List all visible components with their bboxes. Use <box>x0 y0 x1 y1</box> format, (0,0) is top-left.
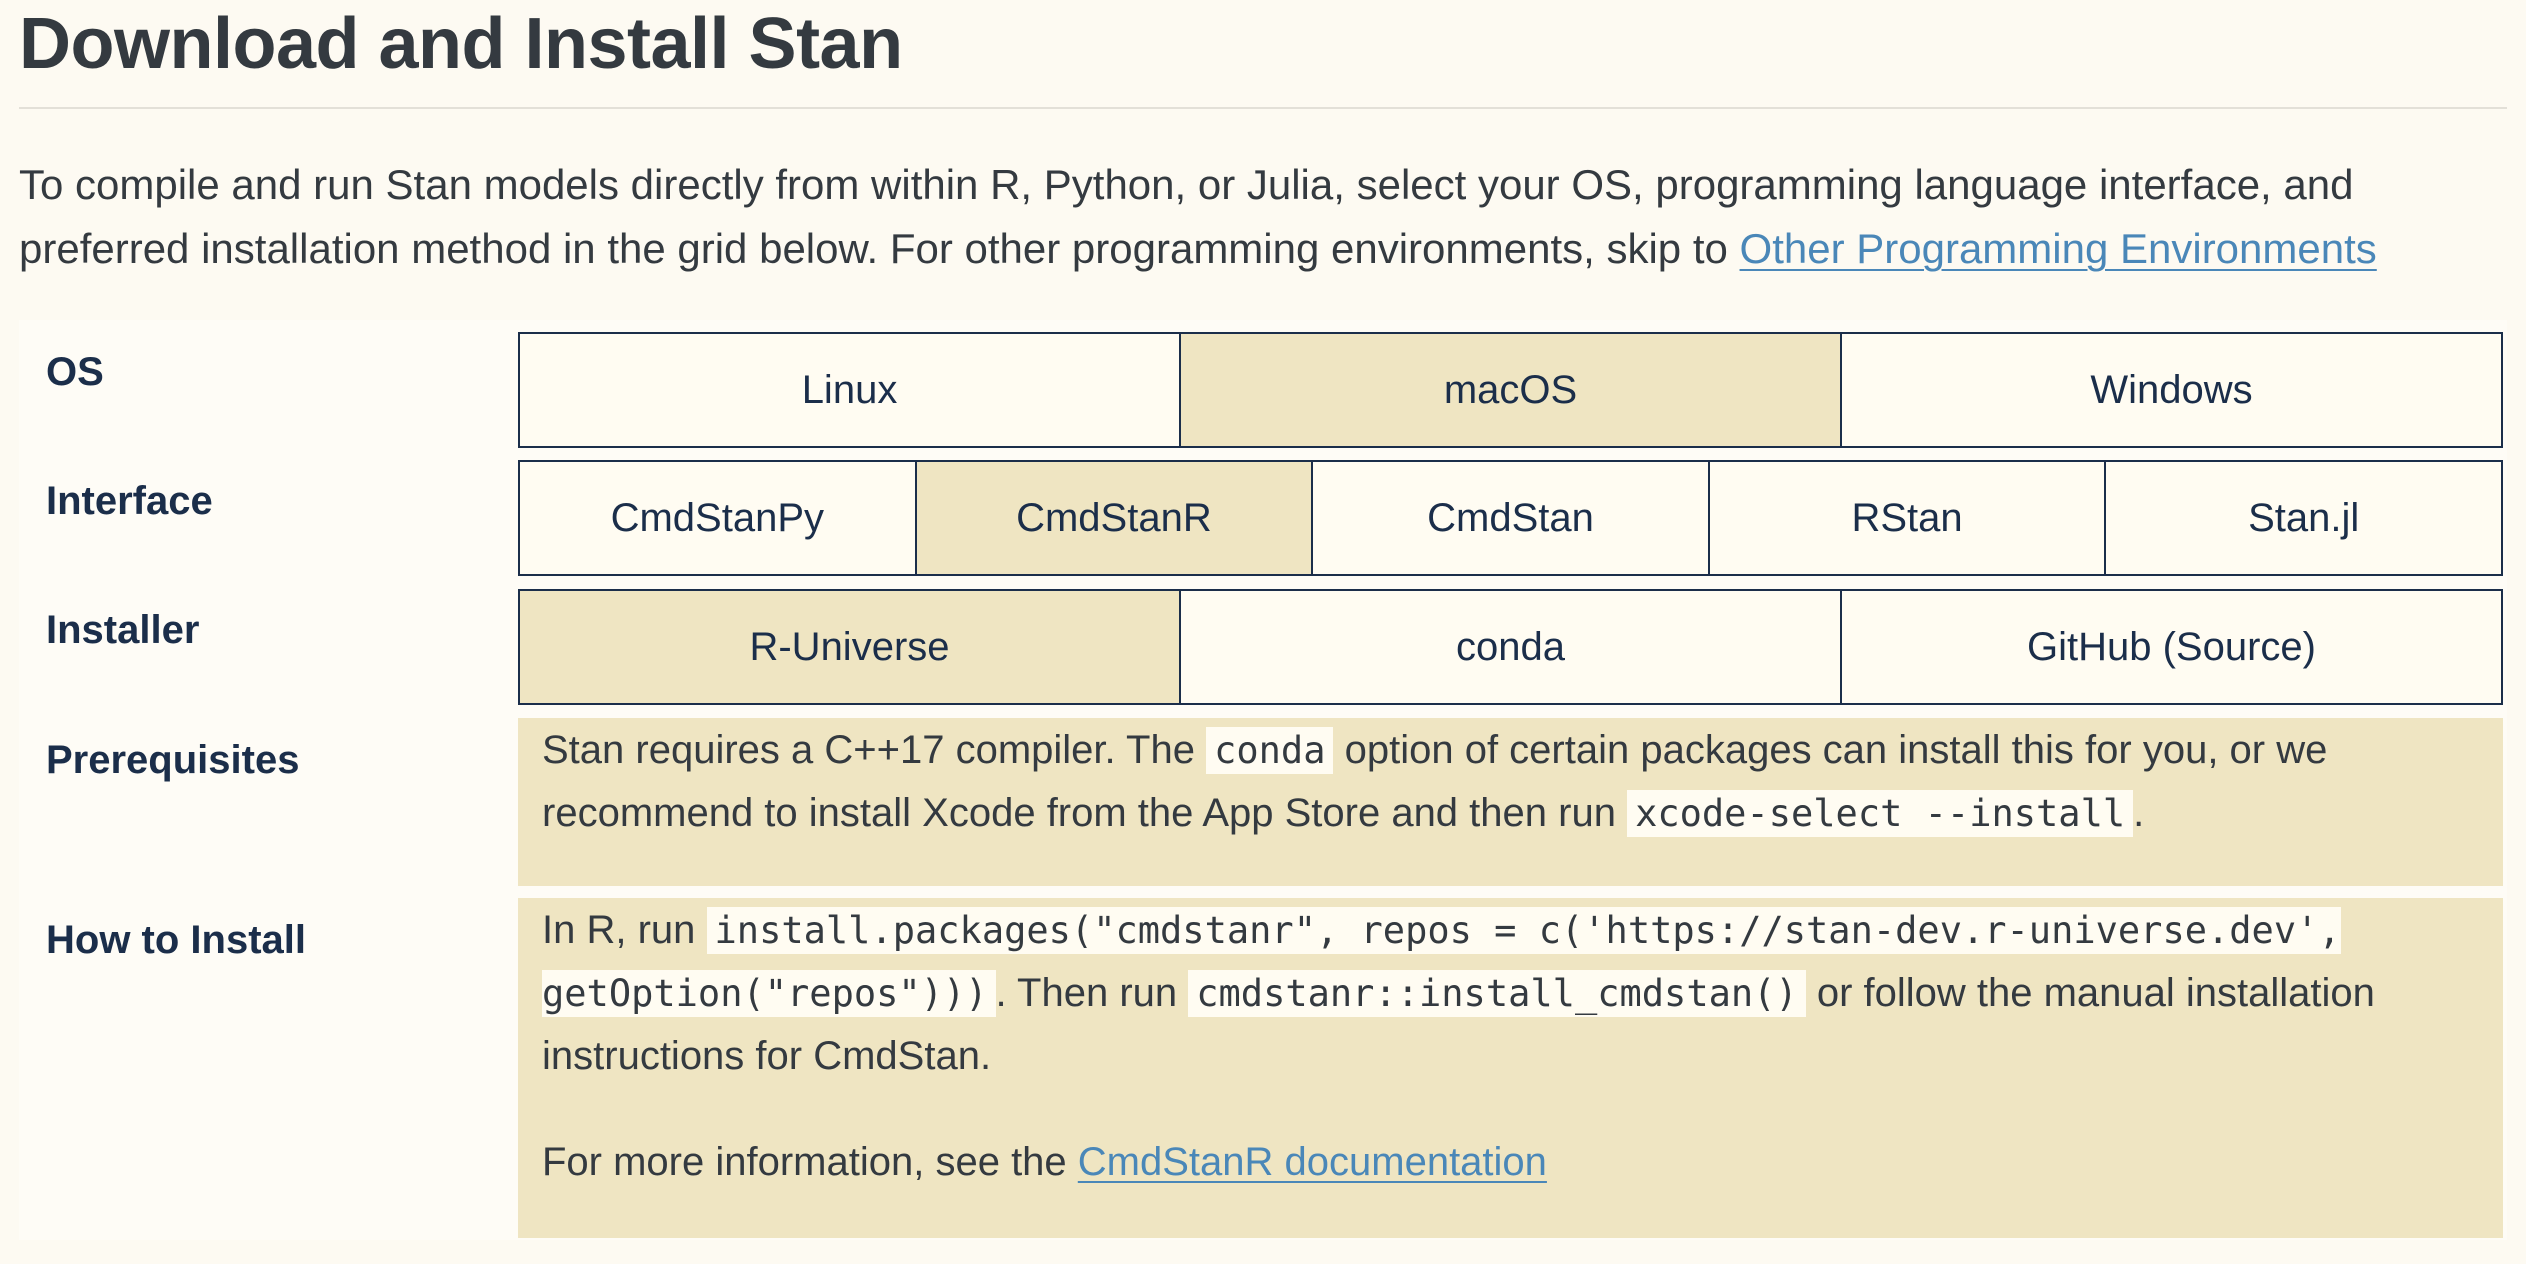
how-to-install-panel: In R, run install.packages("cmdstanr", r… <box>518 898 2503 1238</box>
install-text-1: In R, run <box>542 908 707 952</box>
other-environments-link[interactable]: Other Programming Environments <box>1740 225 2377 272</box>
more-info-prefix: For more information, see the <box>542 1140 1078 1184</box>
interface-option-cmdstan[interactable]: CmdStan <box>1313 462 1710 574</box>
installer-option-r-universe[interactable]: R-Universe <box>520 591 1181 703</box>
how-to-install-text: In R, run install.packages("cmdstanr", r… <box>542 899 2479 1088</box>
prerequisites-text: Stan requires a C++17 compiler. The cond… <box>542 719 2479 845</box>
interface-options: CmdStanPy CmdStanR CmdStan RStan Stan.jl <box>518 460 2503 576</box>
page-title: Download and Install Stan <box>19 4 903 84</box>
cmdstanr-docs-link[interactable]: CmdStanR documentation <box>1078 1140 1547 1184</box>
os-option-windows[interactable]: Windows <box>1842 334 2501 446</box>
os-options: Linux macOS Windows <box>518 332 2503 448</box>
conda-code: conda <box>1206 727 1334 774</box>
how-to-install-label: How to Install <box>46 918 306 962</box>
xcode-select-code: xcode-select --install <box>1627 790 2134 837</box>
installer-option-conda[interactable]: conda <box>1181 591 1842 703</box>
installer-options: R-Universe conda GitHub (Source) <box>518 589 2503 705</box>
interface-option-cmdstanpy[interactable]: CmdStanPy <box>520 462 917 574</box>
intro-paragraph: To compile and run Stan models directly … <box>19 153 2507 281</box>
interface-option-stanjl[interactable]: Stan.jl <box>2106 462 2501 574</box>
prerequisites-label: Prerequisites <box>46 738 300 782</box>
page: Download and Install Stan To compile and… <box>0 0 2526 1264</box>
title-divider <box>19 107 2507 109</box>
installer-label: Installer <box>46 608 200 652</box>
os-label: OS <box>46 350 104 394</box>
install-cmdstan-code: cmdstanr::install_cmdstan() <box>1188 970 1806 1017</box>
more-info-text: For more information, see the CmdStanR d… <box>542 1131 2479 1194</box>
interface-label: Interface <box>46 479 213 523</box>
prereq-text-1: Stan requires a C++17 compiler. The <box>542 728 1207 772</box>
interface-option-cmdstanr[interactable]: CmdStanR <box>916 462 1314 574</box>
installer-option-github[interactable]: GitHub (Source) <box>1842 591 2501 703</box>
prerequisites-panel: Stan requires a C++17 compiler. The cond… <box>518 718 2503 886</box>
interface-option-rstan[interactable]: RStan <box>1709 462 2107 574</box>
os-option-macos[interactable]: macOS <box>1181 334 1842 446</box>
install-text-2: . Then run <box>995 971 1189 1015</box>
os-option-linux[interactable]: Linux <box>520 334 1181 446</box>
prereq-text-3: . <box>2133 791 2145 835</box>
install-selector-grid: OS Linux macOS Windows Interface CmdStan… <box>19 320 2507 1240</box>
